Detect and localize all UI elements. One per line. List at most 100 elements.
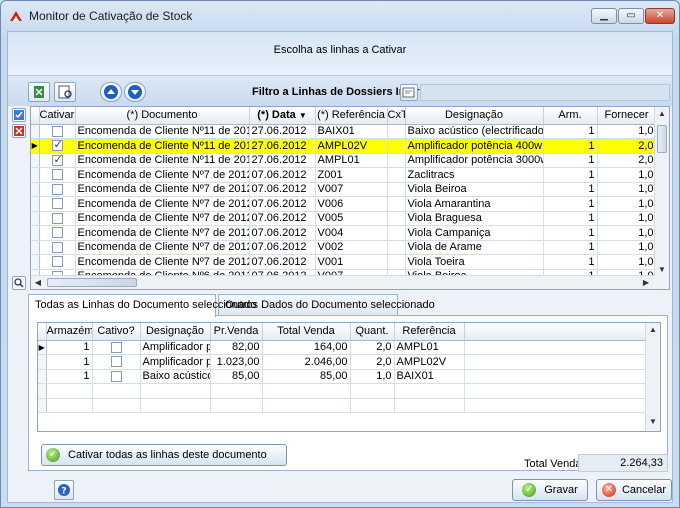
filter-button[interactable] bbox=[400, 84, 418, 101]
cxte-cell bbox=[387, 167, 406, 183]
select-all-button[interactable] bbox=[12, 108, 26, 122]
horizontal-scroll-thumb[interactable] bbox=[47, 278, 137, 287]
col-fornecer[interactable]: Fornecer bbox=[597, 107, 657, 125]
maximize-button[interactable]: ▭ bbox=[618, 8, 644, 24]
cativar-checkbox[interactable] bbox=[51, 256, 63, 268]
stock-lines-grid[interactable]: Cativar? (*) Documento (*) Data ▼ (*) Re… bbox=[30, 106, 670, 290]
main-panel: Escolha as linhas a Cativar Filtro a Lin… bbox=[7, 31, 673, 503]
scroll-left-icon[interactable]: ◀ bbox=[31, 278, 45, 287]
vertical-scroll-thumb[interactable] bbox=[657, 125, 667, 153]
cativar-checkbox[interactable] bbox=[51, 153, 63, 166]
cativar-checkbox[interactable] bbox=[51, 139, 63, 152]
table-row[interactable]: 1Baixo acústico (e85,0085,001,0BAIX01 bbox=[38, 369, 648, 384]
table-row[interactable]: Encomenda de Cliente Nº7 de 2012 07.06.20… bbox=[31, 211, 657, 226]
help-button[interactable]: ? bbox=[54, 480, 74, 500]
sort-descending-icon: ▼ bbox=[298, 111, 307, 121]
col-designacao[interactable]: Designação bbox=[140, 323, 211, 341]
cativar-todas-label: Cativar todas as linhas deste documento bbox=[68, 449, 267, 461]
close-button[interactable]: ✕ bbox=[645, 8, 675, 24]
quant-cell: 2,0 bbox=[350, 340, 395, 355]
fornecer-cell: 1,0 bbox=[597, 211, 657, 226]
filler-cell bbox=[464, 340, 648, 355]
table-row[interactable]: Encomenda de Cliente Nº11 de 201227.06.2… bbox=[31, 124, 657, 139]
total-venda-label: Total Venda bbox=[524, 458, 582, 470]
export-excel-button[interactable] bbox=[28, 82, 50, 102]
total-venda-cell: 164,00 bbox=[262, 340, 351, 355]
referencia-cell: AMPL02V bbox=[394, 354, 465, 370]
cativar-checkbox[interactable] bbox=[51, 198, 63, 210]
cativar-cell bbox=[39, 124, 76, 139]
col-referencia[interactable]: (*) Referência bbox=[315, 107, 388, 125]
print-preview-button[interactable] bbox=[54, 82, 76, 102]
filter-input[interactable] bbox=[420, 84, 670, 101]
minimize-icon: ▁ bbox=[600, 10, 608, 21]
table-row[interactable]: Encomenda de Cliente Nº7 de 2012 07.06.20… bbox=[31, 240, 657, 255]
referencia-cell: V005 bbox=[315, 211, 388, 226]
cativar-todas-button[interactable]: ✓ Cativar todas as linhas deste document… bbox=[41, 444, 287, 466]
data-cell: 07.06.2012 bbox=[249, 211, 316, 226]
empty-cell bbox=[140, 383, 211, 399]
scroll-down-icon[interactable]: ▼ bbox=[655, 265, 669, 274]
scroll-up-icon[interactable]: ▲ bbox=[646, 325, 660, 334]
table-row[interactable]: Encomenda de Cliente Nº7 de 2012 07.06.20… bbox=[31, 225, 657, 241]
document-lines-grid[interactable]: Armazém Cativo? Designação Pr.Venda Tota… bbox=[37, 322, 661, 432]
move-up-button[interactable] bbox=[100, 82, 122, 102]
cancelar-button[interactable]: ✕ Cancelar bbox=[596, 479, 672, 501]
table-row[interactable]: Encomenda de Cliente Nº11 de 201227.06.2… bbox=[31, 153, 657, 168]
cativar-checkbox[interactable] bbox=[51, 241, 63, 253]
col-armazem[interactable]: Armazém bbox=[46, 323, 93, 341]
designacao-cell: Viola Braguesa bbox=[405, 211, 544, 226]
title-bar[interactable]: Monitor de Cativação de Stock ▁ ▭ ✕ bbox=[1, 1, 679, 31]
check-circle-icon: ✓ bbox=[46, 448, 60, 462]
col-designacao[interactable]: Designação bbox=[405, 107, 544, 125]
quant-cell: 1,0 bbox=[350, 369, 395, 384]
unselect-all-button[interactable] bbox=[12, 124, 26, 138]
cativo-checkbox[interactable] bbox=[110, 370, 122, 382]
table-row[interactable]: Encomenda de Cliente Nº7 de 2012 07.06.20… bbox=[31, 182, 657, 197]
cativar-checkbox[interactable] bbox=[51, 183, 63, 195]
scroll-down-icon[interactable]: ▼ bbox=[646, 417, 660, 426]
arm-cell: 1 bbox=[543, 240, 598, 255]
table-row[interactable]: ▶ Encomenda de Cliente Nº11 de 201227.06.… bbox=[31, 138, 657, 154]
stock-lines-horizontal-scrollbar[interactable]: ◀ ▶ bbox=[31, 275, 655, 289]
col-referencia[interactable]: Referência bbox=[394, 323, 465, 341]
documento-cell: Encomenda de Cliente Nº11 de 2012 bbox=[75, 124, 250, 139]
stock-lines-vertical-scrollbar[interactable]: ▲ ▼ bbox=[654, 107, 669, 289]
col-total-venda[interactable]: Total Venda bbox=[262, 323, 351, 341]
col-data[interactable]: (*) Data ▼ bbox=[249, 107, 316, 125]
table-row[interactable]: Encomenda de Cliente Nº7 de 2012 07.06.20… bbox=[31, 167, 657, 183]
cativar-checkbox[interactable] bbox=[51, 125, 63, 137]
row-indicator bbox=[38, 354, 47, 370]
cativar-checkbox[interactable] bbox=[51, 227, 63, 239]
zoom-grid-button[interactable] bbox=[12, 276, 26, 290]
col-arm[interactable]: Arm. bbox=[543, 107, 598, 125]
designacao-cell: Amplificador potê bbox=[140, 354, 211, 370]
table-row[interactable]: Encomenda de Cliente Nº7 de 2012 07.06.20… bbox=[31, 254, 657, 270]
document-lines-vertical-scrollbar[interactable]: ▲ ▼ bbox=[645, 323, 660, 431]
cativo-checkbox[interactable] bbox=[110, 341, 122, 353]
col-cxte[interactable]: CxTe bbox=[387, 107, 406, 125]
cativar-checkbox[interactable] bbox=[51, 212, 63, 224]
maximize-icon: ▭ bbox=[626, 10, 636, 21]
total-venda-cell: 85,00 bbox=[262, 369, 351, 384]
col-quant[interactable]: Quant. bbox=[350, 323, 395, 341]
table-row[interactable]: 1 Amplificador potê1.023,002.046,002,0AMP… bbox=[38, 354, 648, 370]
col-pr-venda[interactable]: Pr.Venda bbox=[210, 323, 263, 341]
col-cativar[interactable]: Cativar? bbox=[39, 107, 76, 125]
table-row[interactable]: Encomenda de Cliente Nº7 de 2012 07.06.20… bbox=[31, 196, 657, 212]
move-down-button[interactable] bbox=[124, 82, 146, 102]
empty-cell bbox=[262, 398, 351, 413]
cativo-checkbox[interactable] bbox=[110, 356, 122, 368]
tab-todas-linhas[interactable]: Todas as Linhas do Documento seleccionad… bbox=[28, 294, 256, 317]
gravar-button[interactable]: ✓ Gravar bbox=[512, 479, 588, 501]
table-row[interactable]: ▶1 Amplificador potê82,00164,002,0AMPL01 bbox=[38, 340, 648, 355]
armazem-cell: 1 bbox=[46, 369, 93, 384]
scroll-right-icon[interactable]: ▶ bbox=[639, 278, 653, 287]
empty-cell bbox=[92, 383, 141, 399]
scroll-up-icon[interactable]: ▲ bbox=[655, 109, 669, 118]
col-cativo[interactable]: Cativo? bbox=[92, 323, 141, 341]
col-documento[interactable]: (*) Documento bbox=[75, 107, 250, 125]
cativar-checkbox[interactable] bbox=[51, 169, 63, 181]
minimize-button[interactable]: ▁ bbox=[591, 8, 617, 24]
data-cell: 27.06.2012 bbox=[249, 153, 316, 168]
